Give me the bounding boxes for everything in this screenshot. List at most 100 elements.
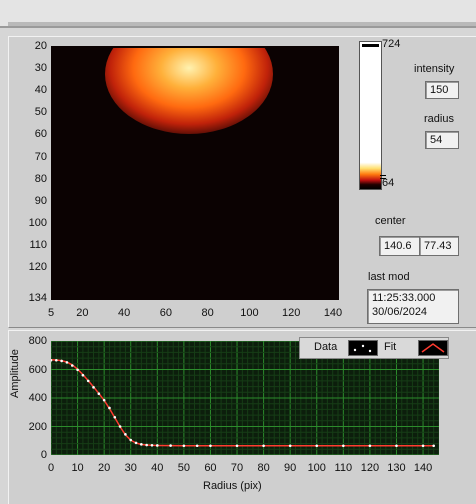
image-x-tick-label: 20	[76, 307, 89, 319]
image-x-tick-label: 140	[323, 307, 343, 319]
image-y-tick-label: 110	[29, 238, 47, 251]
data-point	[102, 398, 106, 402]
data-point	[395, 444, 398, 448]
data-point	[65, 361, 69, 364]
data-point	[129, 438, 133, 442]
image-x-tick-label: 80	[201, 307, 214, 319]
image-y-tick-label: 50	[34, 106, 47, 119]
data-point	[134, 441, 138, 445]
intensity-field[interactable]: 150	[425, 81, 459, 99]
profile-y-tick-label: 0	[40, 449, 47, 461]
image-y-tick-label: 120	[28, 261, 47, 274]
last-mod-time: 11:25:33.000	[372, 292, 436, 304]
image-y-tick-label: 60	[34, 128, 47, 141]
image-x-tick-label: 120	[282, 307, 301, 319]
data-point	[60, 359, 63, 363]
colorbar-svg	[360, 42, 381, 189]
data-point	[70, 364, 74, 367]
profile-x-tick-label: 110	[334, 462, 353, 474]
profile-x-tick-label: 90	[284, 462, 297, 474]
data-point	[81, 373, 85, 377]
data-point	[55, 358, 58, 362]
data-point	[432, 444, 435, 448]
data-point	[235, 444, 239, 448]
last-mod-date: 30/06/2024	[372, 306, 428, 318]
colorbar-max-label: 724	[382, 38, 401, 50]
intensity-label: intensity	[414, 63, 455, 75]
data-point	[209, 444, 212, 448]
data-point	[169, 444, 172, 447]
image-y-tick-label: 80	[34, 172, 47, 185]
profile-legend[interactable]: Data Fit	[299, 337, 449, 359]
intensity-image[interactable]	[51, 14, 339, 300]
data-point	[108, 406, 111, 410]
legend-data-label: Data	[314, 341, 338, 353]
data-point	[97, 392, 101, 396]
profile-x-tick-label: 100	[307, 462, 326, 474]
image-y-tick-label: 40	[34, 84, 47, 97]
profile-x-tick-label: 80	[257, 462, 270, 474]
data-point	[368, 444, 372, 448]
profile-x-tick-label: 30	[124, 462, 137, 474]
image-y-tick-label: 100	[28, 216, 47, 229]
image-x-tick-label: 100	[240, 307, 259, 319]
profile-x-tick-label: 50	[177, 462, 190, 474]
legend-fit-swatch	[418, 340, 448, 356]
profile-x-tick-label: 60	[204, 462, 217, 474]
profile-x-tick-label: 120	[360, 462, 380, 474]
legend-data-swatch	[348, 340, 378, 356]
profile-y-tick-label: 400	[28, 392, 47, 404]
image-x-tick-label: 40	[117, 307, 131, 319]
intensity-colorbar[interactable]	[359, 41, 382, 190]
radius-label: radius	[424, 113, 454, 125]
profile-x-tick-label: 70	[230, 462, 244, 474]
profile-x-tick-label: 10	[71, 462, 84, 474]
radius-field[interactable]: 54	[425, 131, 459, 149]
image-y-tick-label: 20	[34, 40, 47, 52]
image-y-tick-label: 90	[34, 194, 47, 207]
data-point	[140, 443, 143, 446]
image-x-tick-label: 60	[159, 307, 172, 319]
profile-x-tick-label: 130	[387, 462, 406, 474]
data-point	[124, 433, 127, 436]
profile-x-tick-label: 0	[47, 462, 55, 474]
window-top-divider	[8, 22, 476, 26]
data-point	[288, 444, 292, 448]
profile-x-tick-label: 20	[98, 462, 111, 474]
center-x-field[interactable]: 140.6	[379, 236, 420, 256]
profile-y-tick-label: 600	[28, 363, 47, 376]
profile-y-tick-label: 800	[28, 335, 47, 347]
data-point	[195, 444, 199, 448]
data-point	[421, 444, 425, 448]
data-point	[113, 415, 117, 419]
data-point	[86, 379, 90, 383]
data-point	[150, 444, 154, 447]
last-mod-field: 11:25:33.000 30/06/2024	[367, 289, 459, 324]
profile-y-axis-title: Amplitude	[9, 349, 21, 398]
data-point	[92, 386, 95, 389]
data-point	[315, 444, 319, 448]
profile-x-tick-label: 140	[413, 462, 433, 474]
center-label: center	[375, 215, 406, 227]
profile-x-tick-label: 40	[151, 462, 164, 474]
image-x-tick-label: 5	[47, 307, 55, 319]
colorbar-tick	[380, 178, 386, 179]
colorbar-tick	[380, 175, 386, 176]
center-y-field[interactable]: 77.43	[419, 236, 459, 256]
data-point	[118, 425, 122, 428]
last-mod-label: last mod	[368, 271, 410, 283]
data-point	[262, 444, 265, 448]
image-y-tick-label: 30	[34, 62, 47, 75]
profile-x-axis-title: Radius (pix)	[203, 480, 262, 492]
image-y-tick-label: 70	[34, 150, 47, 163]
data-point	[145, 443, 148, 447]
data-point	[182, 444, 186, 448]
data-point	[76, 368, 79, 372]
image-y-tick-label: 134	[28, 292, 47, 304]
data-point	[156, 444, 159, 447]
intensity-image-svg	[51, 14, 339, 300]
legend-fit-label: Fit	[384, 341, 397, 353]
profile-y-tick-label: 200	[28, 420, 47, 433]
data-point	[342, 444, 345, 448]
colorbar-max-marker[interactable]	[362, 44, 379, 47]
